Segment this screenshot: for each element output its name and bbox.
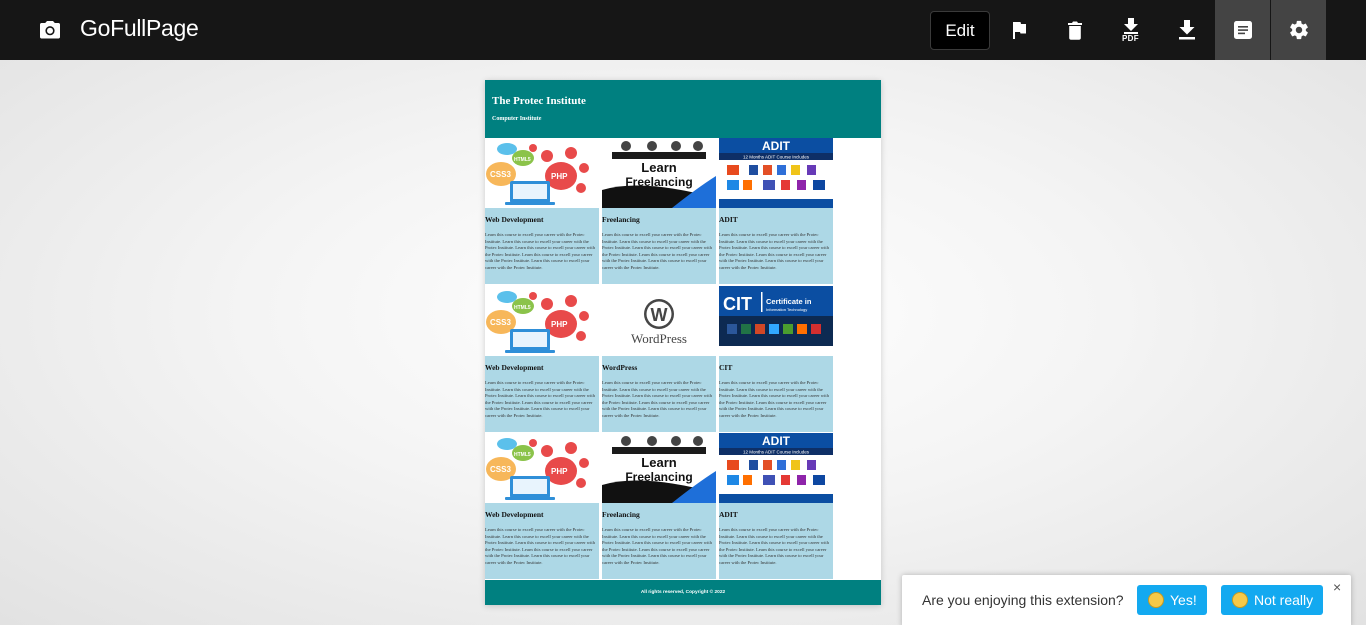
top-bar: GoFullPage Edit PDF [0, 0, 1366, 60]
preview-card: ADIT 12 Months ADIT Course Includes ADIT Le… [719, 433, 833, 579]
svg-text:PHP: PHP [551, 172, 568, 181]
preview-card-title: WordPress [602, 363, 638, 372]
preview-card-title: Web Development [485, 363, 544, 372]
preview-card-title: ADIT [719, 510, 738, 519]
preview-footer: All rights reserved, Copyright © 2022 [485, 580, 881, 605]
gear-icon [1288, 19, 1310, 41]
preview-header: The Protec Institute Computer Institute [485, 80, 881, 138]
preview-card: W WordPress WordPress Learn this course to … [602, 286, 716, 432]
flag-button[interactable] [991, 0, 1046, 60]
svg-text:HTML5: HTML5 [514, 157, 531, 163]
svg-text:Learn: Learn [641, 160, 676, 175]
preview-card: CSS3 HTML5 PHP Web Development Learn this co… [485, 138, 599, 284]
delete-button[interactable] [1047, 0, 1102, 60]
confused-emoji-icon [1232, 592, 1248, 608]
preview-card-title: ADIT [719, 215, 738, 224]
preview-card: Learn Freelancing Freelancing Learn this co… [602, 138, 716, 284]
feedback-no-label: Not really [1254, 592, 1314, 608]
freelancing-image: Learn Freelancing [602, 138, 716, 208]
svg-text:Information Technology: Information Technology [766, 307, 807, 312]
svg-text:12 Months ADIT Course Includes: 12 Months ADIT Course Includes [743, 450, 810, 455]
preview-card-title: Web Development [485, 510, 544, 519]
preview-card: ADIT 12 Months ADIT Course Includes ADIT Le… [719, 138, 833, 284]
web-dev-image: CSS3 HTML5 PHP [485, 433, 599, 503]
preview-card-text: Learn this course to excell your career … [485, 527, 595, 565]
svg-text:Freelancing: Freelancing [625, 470, 692, 484]
download-pdf-icon [1123, 18, 1139, 34]
close-icon[interactable]: × [1333, 579, 1341, 595]
preview-card-text: Learn this course to excell your career … [602, 380, 712, 418]
svg-text:12 Months ADIT Course Includes: 12 Months ADIT Course Includes [743, 155, 810, 160]
preview-card-text: Learn this course to excell your career … [602, 232, 712, 270]
preview-card-text: Learn this course to excell your career … [485, 380, 595, 418]
feedback-popup: Are you enjoying this extension? Yes! No… [902, 575, 1351, 625]
feedback-question: Are you enjoying this extension? [922, 592, 1124, 608]
feedback-yes-button[interactable]: Yes! [1137, 585, 1207, 615]
svg-text:CSS3: CSS3 [490, 170, 511, 179]
preview-card-grid: CSS3 HTML5 PHP Web Development Learn this co… [485, 138, 837, 580]
notes-icon [1233, 20, 1253, 40]
feedback-no-button[interactable]: Not really [1221, 585, 1324, 615]
svg-text:CIT: CIT [723, 294, 752, 314]
smile-emoji-icon [1148, 592, 1164, 608]
svg-text:CSS3: CSS3 [490, 318, 511, 327]
download-button[interactable] [1159, 0, 1214, 60]
notes-button[interactable] [1215, 0, 1270, 60]
svg-text:HTML5: HTML5 [514, 452, 531, 458]
web-dev-image: CSS3 HTML5 PHP [485, 138, 599, 208]
cit-image: CIT Certificate in Information Technology [719, 286, 833, 356]
preview-card-title: CIT [719, 363, 733, 372]
wordpress-image: W WordPress [602, 286, 716, 356]
screenshot-preview[interactable]: The Protec Institute Computer Institute … [485, 80, 881, 605]
preview-card: CIT Certificate in Information Technology C… [719, 286, 833, 432]
settings-button[interactable] [1271, 0, 1326, 60]
preview-card-text: Learn this course to excell your career … [719, 232, 829, 270]
trash-icon [1067, 20, 1083, 40]
svg-text:Freelancing: Freelancing [625, 175, 692, 189]
download-pdf-button[interactable] [1103, 0, 1158, 60]
preview-card-text: Learn this course to excell your career … [485, 232, 595, 270]
preview-card-title: Freelancing [602, 215, 640, 224]
preview-card-title: Freelancing [602, 510, 640, 519]
svg-text:ADIT: ADIT [762, 139, 791, 153]
preview-site-subtitle: Computer Institute [492, 116, 542, 122]
svg-text:W: W [651, 305, 668, 325]
feedback-yes-label: Yes! [1170, 592, 1197, 608]
svg-text:CSS3: CSS3 [490, 465, 511, 474]
pdf-label: PDF [1122, 34, 1139, 43]
adit-image: ADIT 12 Months ADIT Course Includes [719, 138, 833, 208]
svg-text:Learn: Learn [641, 455, 676, 470]
svg-text:PHP: PHP [551, 467, 568, 476]
svg-text:WordPress: WordPress [631, 331, 687, 346]
web-dev-image: CSS3 HTML5 PHP [485, 286, 599, 356]
svg-text:Certificate in: Certificate in [766, 297, 812, 306]
preview-site-title: The Protec Institute [492, 95, 586, 107]
freelancing-image: Learn Freelancing [602, 433, 716, 503]
svg-text:PHP: PHP [551, 320, 568, 329]
svg-text:ADIT: ADIT [762, 434, 791, 448]
flag-icon [1010, 20, 1028, 40]
edit-button[interactable]: Edit [930, 11, 990, 50]
adit-image: ADIT 12 Months ADIT Course Includes [719, 433, 833, 503]
preview-card-text: Learn this course to excell your career … [719, 527, 829, 565]
preview-card: CSS3 HTML5 PHP Web Development Learn this co… [485, 286, 599, 432]
camera-icon [38, 18, 62, 42]
preview-card: CSS3 HTML5 PHP Web Development Learn this co… [485, 433, 599, 579]
preview-card-text: Learn this course to excell your career … [719, 380, 829, 418]
svg-text:HTML5: HTML5 [514, 305, 531, 311]
app-title: GoFullPage [80, 15, 199, 41]
preview-card-title: Web Development [485, 215, 544, 224]
preview-card: Learn Freelancing Freelancing Learn this co… [602, 433, 716, 579]
download-icon [1178, 20, 1196, 40]
preview-card-text: Learn this course to excell your career … [602, 527, 712, 565]
